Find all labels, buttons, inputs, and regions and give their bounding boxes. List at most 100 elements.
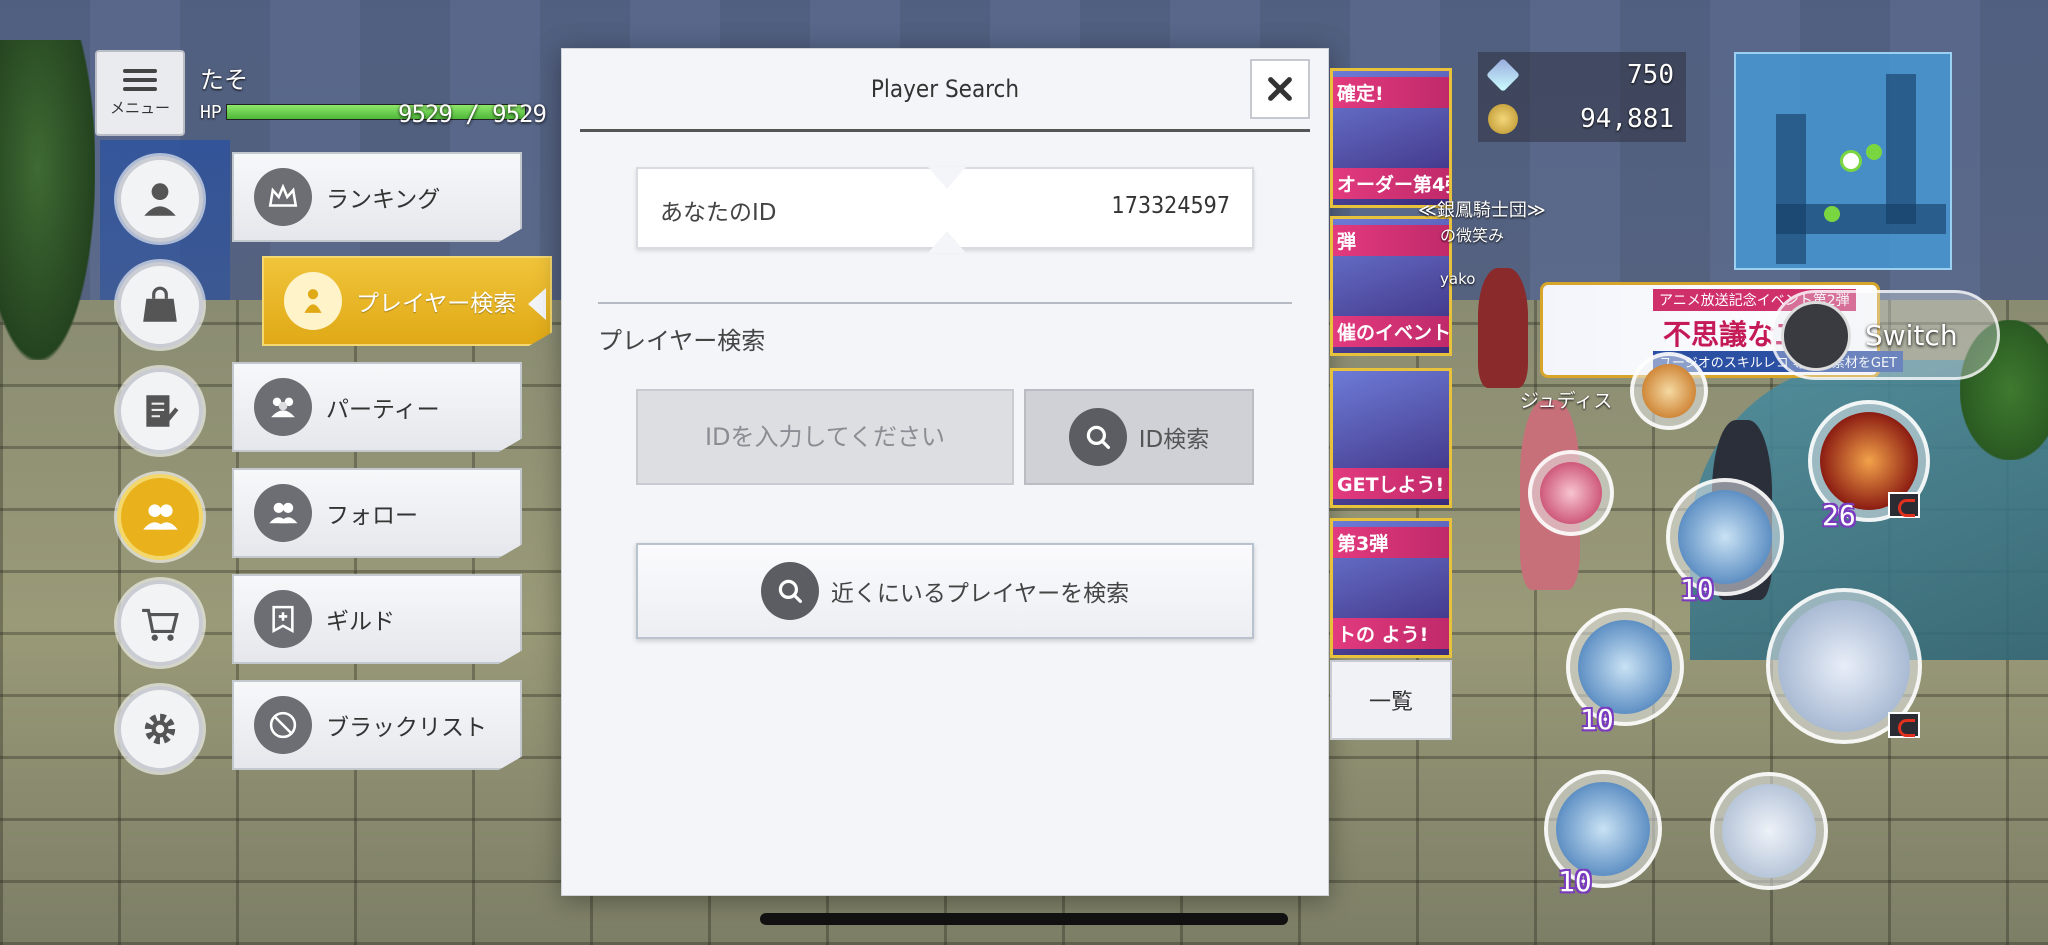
banner-caption: GETしよう! [1333,468,1449,499]
dialog-title: Player Search [870,75,1020,103]
notch-decoration [928,231,966,253]
submenu-label: ランキング [326,187,441,213]
ally-marker-icon [1866,144,1882,160]
skill-figure-icon [1678,490,1772,584]
nearby-search-label: 近くにいるプレイヤーを検索 [830,581,1130,607]
crystal-count: 750 [1627,60,1674,90]
submenu-player-search[interactable]: プレイヤー検索 [262,256,552,346]
submenu-label: フォロー [326,503,418,529]
menu-label: メニュー [109,98,170,117]
coin-count: 94,881 [1580,104,1674,134]
currency-panel: 750 94,881 [1478,52,1686,142]
cooldown-badge-icon [1888,492,1920,518]
notes-icon [146,395,179,427]
banner-caption: トの よう! [1333,618,1449,649]
title-divider [580,129,1310,132]
active-pointer [528,288,546,320]
party-icon [271,397,295,418]
banner-caption: オーダー第4弾 [1333,168,1449,199]
switch-label: Switch [1865,319,1958,352]
switch-button[interactable]: Switch [1770,290,2000,380]
skill-level: 10 [1580,703,1614,736]
ally-marker-icon [1824,206,1840,222]
character-red [1478,268,1528,388]
home-indicator[interactable] [760,913,1288,925]
ally-name: yako [1440,270,1476,288]
skill-level: 10 [1558,865,1592,898]
minimap[interactable] [1734,52,1952,270]
banner-list-button[interactable]: 一覧 [1330,660,1452,740]
profile-button[interactable] [117,156,203,242]
submenu-party[interactable]: パーティー [232,362,522,452]
gear-icon [144,713,176,745]
swap-skill-button[interactable] [1630,352,1708,430]
submenu-label: ギルド [326,609,395,635]
skill-level: 10 [1680,573,1714,606]
player-search-dialog: Player Search あなたのID 173324597 プレイヤー検索 I… [561,48,1329,896]
notch-decoration [928,167,966,189]
player-marker-icon [1840,150,1862,172]
skill-level: 26 [1822,499,1856,532]
player-search-icon [304,289,322,313]
player-name: たそ [200,66,248,94]
crown-icon [268,183,298,207]
skill-button-mid[interactable]: 10 [1666,478,1784,606]
guild-name: ≪銀鳳騎士団≫ [1418,200,1546,221]
promo-banner[interactable]: 確定! オーダー第4弾 [1330,68,1452,208]
skill-figure-icon [1578,620,1672,714]
banner-top-caption: 確定! [1333,77,1449,108]
skill-figure-icon [1556,782,1650,876]
guild-subtitle: の微笑み [1440,226,1505,245]
hp-value: 9529 / 9529 [398,100,547,128]
block-icon [269,711,297,739]
skill-button-left[interactable]: 10 [1566,608,1684,736]
submenu-label: パーティー [326,397,440,423]
follow-icon [269,502,298,524]
cooldown-badge-icon [1888,712,1920,738]
switch-knob-icon [1781,301,1851,371]
submenu-guild[interactable]: ギルド [232,574,522,664]
close-icon [1268,77,1292,101]
settings-button[interactable] [117,686,203,772]
promo-banner[interactable]: GETしよう! [1330,368,1452,508]
submenu-blacklist[interactable]: ブラックリスト [232,680,522,770]
player-id-input[interactable] [636,389,1014,485]
camera-icon [1540,462,1602,524]
profile-icon [144,183,176,216]
search-icon [1086,425,1110,449]
bag-icon [143,286,177,322]
swap-arrows-icon [1642,364,1696,418]
friends-button[interactable] [117,474,203,560]
dash-button[interactable] [1710,772,1828,890]
nearby-search-button[interactable]: 近くにいるプレイヤーを検索 [636,543,1254,639]
submenu-label: ブラックリスト [326,715,487,741]
friends-icon [143,504,178,530]
crystal-icon [1486,58,1520,92]
coin-icon [1488,104,1518,134]
skill-button-bottom[interactable]: 10 [1544,770,1662,898]
submenu-follow[interactable]: フォロー [232,468,522,558]
notes-button[interactable] [117,368,203,454]
my-id-label: あなたのID [660,200,777,226]
menu-button[interactable]: メニュー [95,50,185,136]
banner-top-caption: 弾 [1333,225,1449,256]
banner-caption: 催のイベント 入れよう! [1333,316,1449,347]
submenu-label: プレイヤー検索 [356,291,517,317]
party-member-name: ジュディス [1520,390,1613,412]
search-icon [778,579,802,603]
my-id-value: 173324597 [1111,193,1230,219]
promo-banner[interactable]: 第3弾 トの よう! [1330,518,1452,658]
dash-icon [1722,784,1816,878]
close-button[interactable] [1250,59,1310,119]
hp-label: HP [200,102,222,123]
section-divider [598,302,1292,304]
camera-potion-button[interactable] [1528,450,1614,536]
tree [0,40,95,360]
shop-button[interactable] [117,580,203,666]
cart-icon [142,608,179,641]
id-search-button[interactable]: ID検索 [1024,389,1254,485]
section-title: プレイヤー検索 [598,327,766,355]
submenu-ranking[interactable]: ランキング [232,152,522,242]
promo-banner[interactable]: 弾 催のイベント 入れよう! [1330,216,1452,356]
bag-button[interactable] [117,262,203,348]
